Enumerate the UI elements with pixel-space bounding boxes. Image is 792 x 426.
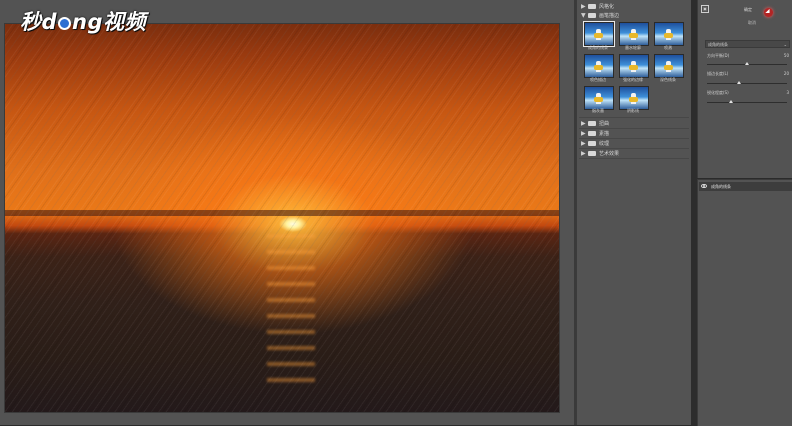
category-stylize[interactable]: ▶ 风格化	[581, 2, 614, 11]
chevron-right-icon: ▶	[581, 150, 586, 157]
category-label: 素描	[599, 131, 610, 137]
category-label: 艺术效果	[599, 151, 620, 157]
ok-button[interactable]: 确定	[744, 7, 752, 13]
stroke-length-slider-handle[interactable]	[737, 81, 741, 84]
effect-layer-row[interactable]: 成角的线条	[699, 182, 792, 191]
thumb-figure	[629, 65, 638, 70]
category-label: 风格化	[599, 4, 615, 10]
filter-thumb-label: 深色线条	[660, 77, 676, 82]
filter-select-value: 成角的线条	[708, 42, 728, 47]
param-stroke-length-value[interactable]: 20	[784, 71, 789, 76]
filter-thumb-spatter[interactable]	[654, 22, 684, 46]
category-label: 扭曲	[599, 121, 610, 127]
effect-layer-label: 成角的线条	[711, 184, 731, 189]
folder-icon	[588, 3, 596, 9]
filter-gallery-panel: ▶ 风格化 ▼ 画笔描边 成角的线条 墨水轮廓 喷溅 喷色描边 强化的边缘 深色线条…	[576, 0, 691, 425]
filter-thumb-dark-strokes[interactable]	[654, 54, 684, 78]
category-texture[interactable]: ▶ 纹理	[581, 139, 609, 148]
chevron-right-icon: ▶	[581, 130, 586, 137]
folder-icon	[588, 140, 596, 146]
category-label: 画笔描边	[599, 13, 620, 19]
filter-thumb-label: 阴影线	[627, 108, 639, 113]
chevron-down-icon: ▼	[581, 12, 586, 19]
param-stroke-length-label: 描边长度(L)	[707, 71, 729, 76]
eye-icon[interactable]	[701, 184, 707, 188]
category-artistic[interactable]: ▶ 艺术效果	[581, 149, 619, 158]
effect-layers-panel: 成角的线条	[697, 179, 792, 426]
stroke-length-slider[interactable]	[707, 83, 787, 84]
param-direction-balance-value[interactable]: 50	[784, 53, 789, 58]
filter-thumb-label: 喷色描边	[590, 77, 606, 82]
thumb-figure	[629, 97, 638, 102]
param-direction-balance-label: 方向平衡(D)	[707, 53, 730, 58]
folder-icon	[588, 120, 596, 126]
folder-icon	[588, 130, 596, 136]
direction-balance-slider-handle[interactable]	[745, 62, 749, 65]
filter-thumb-crosshatch[interactable]	[619, 86, 649, 110]
filter-thumb-label: 墨水轮廓	[625, 45, 641, 50]
collapse-gallery-button[interactable]: ▣	[701, 5, 709, 13]
filter-settings-panel: ▣ 确定 取消 成角的线条 ⌄ 方向平衡(D) 50 描边长度(L) 20 锐化…	[697, 0, 792, 178]
param-sharpness-value[interactable]: 3	[786, 90, 789, 95]
cancel-button[interactable]: 取消	[748, 20, 756, 26]
category-distort[interactable]: ▶ 扭曲	[581, 119, 609, 128]
filter-select[interactable]: 成角的线条 ⌄	[705, 40, 790, 48]
preview-area: 秒d ng视频	[0, 0, 574, 425]
divider	[579, 117, 689, 118]
filter-thumb-label: 喷溅	[664, 45, 672, 50]
watermark-o-icon	[58, 17, 72, 30]
category-brush-strokes[interactable]: ▼ 画笔描边	[581, 11, 619, 20]
folder-icon	[588, 150, 596, 156]
category-sketch[interactable]: ▶ 素描	[581, 129, 609, 138]
thumb-figure	[629, 33, 638, 38]
filter-thumb-angled-strokes[interactable]	[583, 21, 615, 47]
watermark-text-1: 秒d	[20, 10, 58, 34]
watermark-text-2: ng视频	[72, 10, 147, 34]
filter-thumb-accented-edges[interactable]	[619, 54, 649, 78]
filter-thumb-sprayed-strokes[interactable]	[584, 54, 614, 78]
thumb-figure	[664, 33, 673, 38]
thumb-figure	[594, 97, 603, 102]
chevron-right-icon: ▶	[581, 120, 586, 127]
chevron-right-icon: ▶	[581, 140, 586, 147]
sharpness-slider-handle[interactable]	[729, 100, 733, 103]
filter-thumb-label: 成角的线条	[588, 45, 608, 50]
filter-thumb-label: 烟灰墨	[592, 108, 604, 113]
chevron-right-icon: ▶	[581, 3, 586, 10]
thumb-figure	[594, 65, 603, 70]
folder-icon	[588, 12, 596, 18]
param-sharpness-label: 锐化程度(S)	[707, 90, 729, 95]
filter-thumb-sumi-e[interactable]	[584, 86, 614, 110]
preview-image[interactable]	[4, 23, 560, 413]
watermark-logo: 秒d ng视频	[20, 6, 146, 38]
brush-stroke-texture	[5, 24, 559, 412]
sharpness-slider[interactable]	[707, 102, 787, 103]
thumb-figure	[664, 65, 673, 70]
filter-thumb-ink-outlines[interactable]	[619, 22, 649, 46]
chevron-down-icon: ⌄	[783, 42, 787, 47]
thumb-figure	[594, 33, 603, 38]
category-label: 纹理	[599, 141, 610, 147]
divider	[579, 158, 689, 159]
filter-thumb-label: 强化的边缘	[623, 77, 643, 82]
